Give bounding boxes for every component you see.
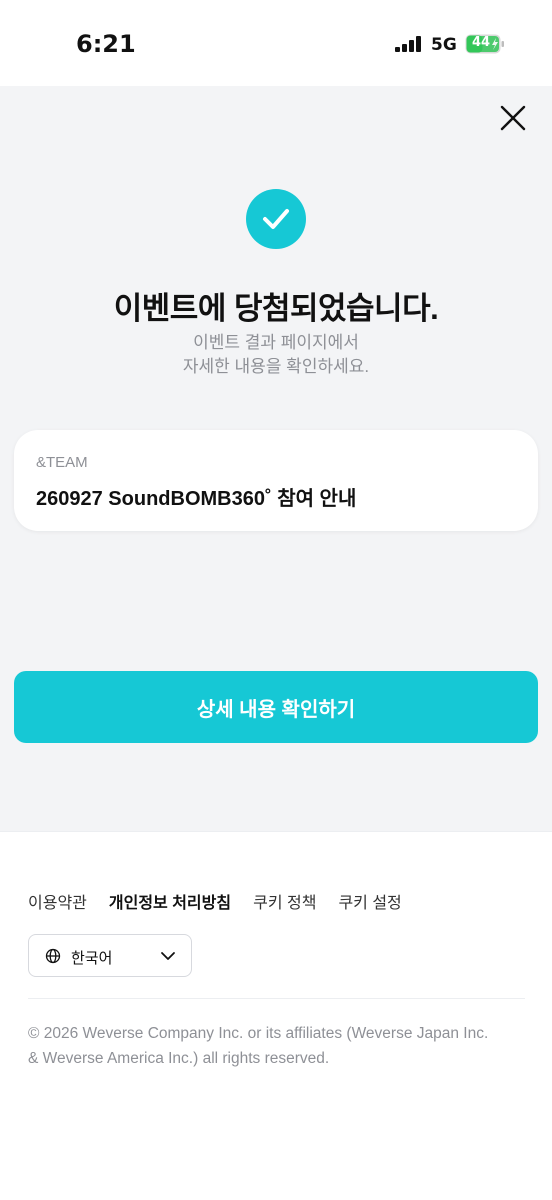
check-icon: [263, 209, 289, 229]
result-subtext-2: 자세한 내용을 확인하세요.: [182, 357, 370, 376]
copyright-text: © 2026 Weverse Company Inc. or its affil…: [28, 1021, 528, 1071]
result-subtext-1: 이벤트 결과 페이지에서: [193, 333, 359, 352]
close-icon: [500, 105, 526, 131]
view-details-button[interactable]: 상세 내용 확인하기: [14, 671, 538, 743]
event-card[interactable]: &TEAM 260927 SoundBOMB360˚ 참여 안내: [14, 430, 538, 531]
language-select[interactable]: 한국어: [28, 934, 192, 977]
footer: 이용약관 개인정보 처리방침 쿠키 정책 쿠키 설정 한국어 © 2026 We…: [0, 831, 552, 1153]
copyright-line-2: & Weverse America Inc.) all rights reser…: [28, 1050, 330, 1067]
cookie-settings-link[interactable]: 쿠키 설정: [338, 889, 401, 913]
signal-icon: [395, 36, 421, 52]
terms-link[interactable]: 이용약관: [28, 889, 87, 913]
success-badge: [246, 189, 306, 249]
chevron-down-icon: [161, 952, 175, 960]
privacy-policy-link[interactable]: 개인정보 처리방침: [109, 889, 231, 913]
globe-icon: [45, 948, 61, 964]
network-label: 5G: [431, 35, 457, 55]
bottom-spacer: [0, 1153, 552, 1200]
event-artist: &TEAM: [36, 454, 88, 471]
result-headline: 이벤트에 당첨되었습니다.: [113, 291, 439, 326]
status-bar: 6:21 5G 44: [0, 0, 552, 86]
status-time: 6:21: [76, 30, 136, 58]
battery-level: 44: [471, 35, 491, 50]
event-title: 260927 SoundBOMB360˚ 참여 안내: [36, 488, 357, 510]
footer-divider: [28, 998, 525, 999]
copyright-line-1: © 2026 Weverse Company Inc. or its affil…: [28, 1025, 489, 1042]
language-label: 한국어: [71, 950, 113, 967]
footer-links: 이용약관 개인정보 처리방침 쿠키 정책 쿠키 설정: [28, 889, 402, 913]
cookie-policy-link[interactable]: 쿠키 정책: [253, 889, 316, 913]
close-button[interactable]: [496, 101, 530, 135]
